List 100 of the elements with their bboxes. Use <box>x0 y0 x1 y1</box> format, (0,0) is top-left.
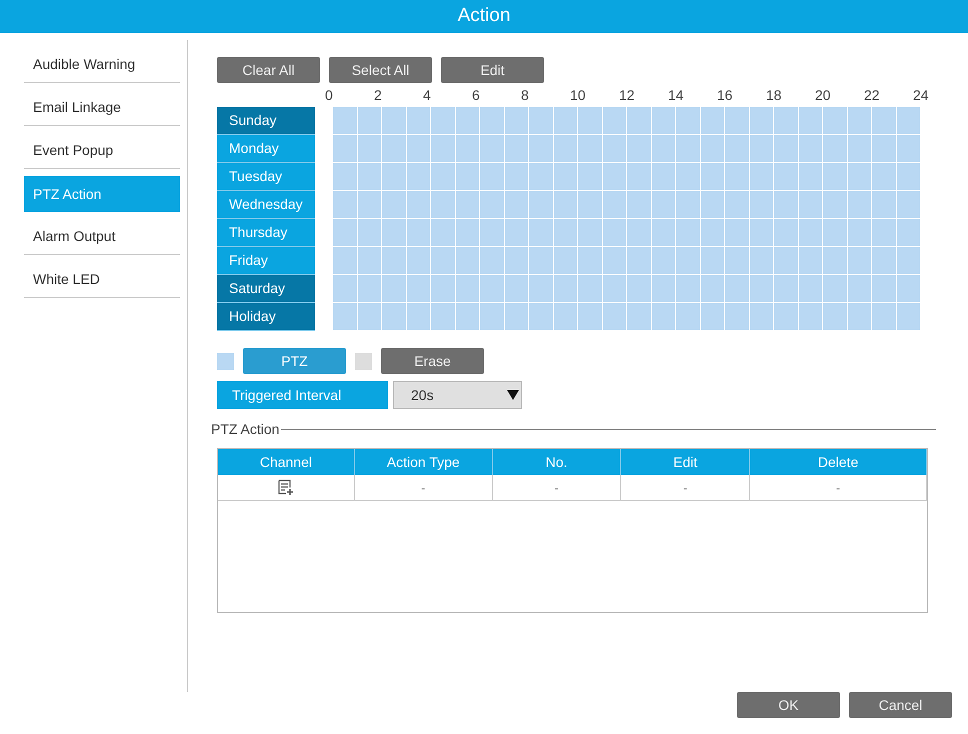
schedule-cell[interactable] <box>480 107 504 135</box>
schedule-cell[interactable] <box>872 303 896 331</box>
day-label[interactable]: Monday <box>217 135 315 163</box>
schedule-cell[interactable] <box>725 275 750 303</box>
schedule-cell[interactable] <box>456 135 480 163</box>
schedule-cell[interactable] <box>774 191 798 219</box>
schedule-cell[interactable] <box>602 275 627 303</box>
schedule-cell[interactable] <box>529 191 554 219</box>
schedule-cell[interactable] <box>725 219 750 247</box>
schedule-cell[interactable] <box>627 219 652 247</box>
schedule-cell[interactable] <box>872 247 896 275</box>
schedule-cell[interactable] <box>431 191 456 219</box>
schedule-cell[interactable] <box>872 163 896 191</box>
schedule-cell[interactable] <box>823 219 848 247</box>
schedule-cell[interactable] <box>358 303 382 331</box>
schedule-cell[interactable] <box>750 303 774 331</box>
schedule-cell[interactable] <box>750 107 774 135</box>
schedule-cell[interactable] <box>554 107 578 135</box>
schedule-cell[interactable] <box>382 191 406 219</box>
schedule-cell[interactable] <box>848 135 872 163</box>
schedule-cell[interactable] <box>333 303 358 331</box>
dialog-button[interactable]: Cancel <box>849 692 952 718</box>
schedule-cell[interactable] <box>480 275 504 303</box>
schedule-cell[interactable] <box>676 303 700 331</box>
schedule-cell[interactable] <box>554 219 578 247</box>
schedule-cell[interactable] <box>382 219 406 247</box>
schedule-cell[interactable] <box>406 135 431 163</box>
schedule-cell[interactable] <box>333 275 358 303</box>
schedule-cell[interactable] <box>725 191 750 219</box>
sidebar-item[interactable]: Email Linkage <box>24 90 180 126</box>
schedule-cell[interactable] <box>652 219 676 247</box>
schedule-cell[interactable] <box>333 107 358 135</box>
day-label[interactable]: Thursday <box>217 219 315 247</box>
schedule-cell[interactable] <box>872 107 896 135</box>
schedule-cell[interactable] <box>504 219 529 247</box>
schedule-cell[interactable] <box>750 275 774 303</box>
schedule-cell[interactable] <box>382 303 406 331</box>
schedule-cell[interactable] <box>406 191 431 219</box>
schedule-cell[interactable] <box>627 191 652 219</box>
schedule-cell[interactable] <box>700 275 725 303</box>
schedule-cell[interactable] <box>382 163 406 191</box>
schedule-cell[interactable] <box>700 303 725 331</box>
schedule-cell[interactable] <box>823 303 848 331</box>
add-list-icon[interactable] <box>277 479 294 496</box>
schedule-cell[interactable] <box>578 135 602 163</box>
schedule-cell[interactable] <box>382 107 406 135</box>
schedule-cell[interactable] <box>652 135 676 163</box>
day-label[interactable]: Saturday <box>217 275 315 303</box>
schedule-cell[interactable] <box>627 135 652 163</box>
toolbar-button[interactable]: Clear All <box>217 57 320 83</box>
schedule-cell[interactable] <box>578 219 602 247</box>
schedule-cell[interactable] <box>896 275 921 303</box>
mode-button[interactable]: Erase <box>381 348 484 374</box>
schedule-cell[interactable] <box>529 247 554 275</box>
mode-button[interactable]: PTZ <box>243 348 346 374</box>
schedule-cell[interactable] <box>431 135 456 163</box>
schedule-cell[interactable] <box>333 247 358 275</box>
sidebar-item[interactable]: White LED <box>24 262 180 298</box>
schedule-cell[interactable] <box>627 107 652 135</box>
schedule-cell[interactable] <box>750 219 774 247</box>
schedule-cell[interactable] <box>774 163 798 191</box>
schedule-cell[interactable] <box>456 219 480 247</box>
schedule-cell[interactable] <box>652 303 676 331</box>
sidebar-item[interactable]: Event Popup <box>24 133 180 169</box>
schedule-cell[interactable] <box>431 303 456 331</box>
schedule-cell[interactable] <box>504 247 529 275</box>
sidebar-item[interactable]: Audible Warning <box>24 47 180 83</box>
schedule-cell[interactable] <box>774 135 798 163</box>
schedule-cell[interactable] <box>480 247 504 275</box>
schedule-cell[interactable] <box>333 135 358 163</box>
schedule-cell[interactable] <box>848 303 872 331</box>
schedule-cell[interactable] <box>627 163 652 191</box>
schedule-cell[interactable] <box>700 107 725 135</box>
schedule-cell[interactable] <box>602 219 627 247</box>
schedule-cell[interactable] <box>872 135 896 163</box>
schedule-cell[interactable] <box>750 247 774 275</box>
schedule-cell[interactable] <box>480 219 504 247</box>
schedule-cell[interactable] <box>750 191 774 219</box>
schedule-cell[interactable] <box>382 247 406 275</box>
schedule-cell[interactable] <box>652 275 676 303</box>
sidebar-item[interactable]: Alarm Output <box>24 219 180 255</box>
schedule-cell[interactable] <box>676 163 700 191</box>
schedule-cell[interactable] <box>725 107 750 135</box>
schedule-cell[interactable] <box>333 219 358 247</box>
schedule-cell[interactable] <box>431 107 456 135</box>
schedule-cell[interactable] <box>602 247 627 275</box>
schedule-cell[interactable] <box>504 303 529 331</box>
schedule-cell[interactable] <box>676 275 700 303</box>
schedule-cell[interactable] <box>798 107 823 135</box>
schedule-cell[interactable] <box>798 303 823 331</box>
schedule-cell[interactable] <box>456 191 480 219</box>
schedule-cell[interactable] <box>872 219 896 247</box>
schedule-cell[interactable] <box>676 247 700 275</box>
schedule-cell[interactable] <box>406 247 431 275</box>
schedule-cell[interactable] <box>358 107 382 135</box>
schedule-cell[interactable] <box>774 219 798 247</box>
schedule-cell[interactable] <box>896 135 921 163</box>
schedule-cell[interactable] <box>578 163 602 191</box>
schedule-cell[interactable] <box>774 247 798 275</box>
schedule-cell[interactable] <box>431 163 456 191</box>
